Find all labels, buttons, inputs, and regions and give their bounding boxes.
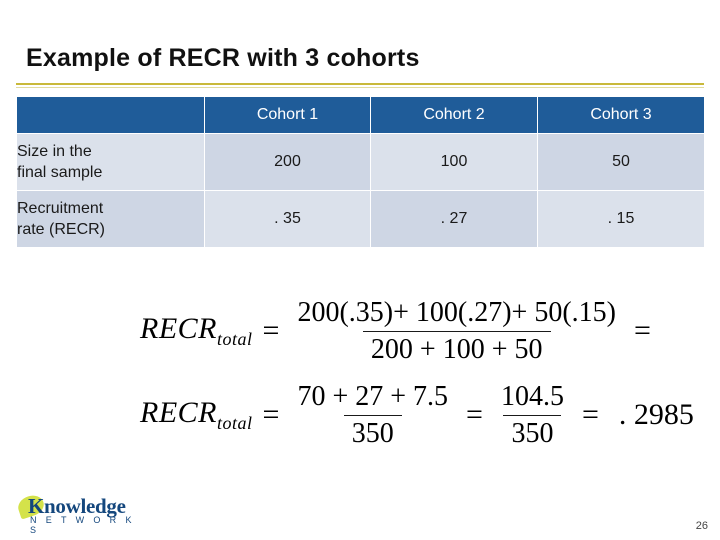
logo-subtitle: N E T W O R K S: [30, 515, 135, 535]
equals-sign-3: =: [581, 398, 599, 431]
title-divider: [16, 83, 704, 85]
fraction-denominator: 350: [343, 414, 402, 450]
fraction-step-1: 70 + 27 + 7.5 350: [289, 381, 456, 450]
fraction-numerator: 104.5: [500, 380, 564, 412]
table-row: Size in the final sample 200 100 50: [16, 133, 705, 191]
cell-recr-cohort-3: . 15: [537, 190, 705, 248]
column-header-cohort-2: Cohort 2: [370, 96, 538, 134]
formula-lhs: RECRtotal: [140, 312, 253, 349]
equals-sign: =: [262, 398, 280, 431]
formula-lhs: RECRtotal: [140, 396, 253, 433]
table-header-row: Cohort 1 Cohort 2 Cohort 3: [16, 96, 705, 134]
fraction-denominator: 200 + 100 + 50: [362, 330, 551, 366]
row-label-line-2: rate (RECR): [17, 221, 106, 238]
formula-line-1: RECRtotal = 200(.35)+ 100(.27)+ 50(.15) …: [140, 292, 651, 370]
company-logo: Knowledge N E T W O R K S: [15, 492, 148, 535]
formula-block: RECRtotal = 200(.35)+ 100(.27)+ 50(.15) …: [0, 278, 720, 468]
table-row: Recruitment rate (RECR) . 35 . 27 . 15: [16, 190, 705, 248]
recr-table-container: Cohort 1 Cohort 2 Cohort 3 Size in the f…: [16, 96, 705, 248]
row-label-line-1: Size in the: [17, 143, 92, 160]
column-header-cohort-1: Cohort 1: [204, 96, 371, 134]
cell-size-cohort-2: 100: [370, 133, 538, 191]
row-label-line-2: final sample: [17, 164, 103, 181]
trailing-equals: =: [633, 314, 651, 347]
fraction-step-2: 104.5 350: [493, 381, 572, 450]
recr-table: Cohort 1 Cohort 2 Cohort 3 Size in the f…: [16, 96, 705, 248]
title-divider-secondary: [16, 87, 704, 88]
page-number: 26: [695, 520, 708, 532]
fraction-numerator: 200(.35)+ 100(.27)+ 50(.15): [297, 296, 616, 328]
row-label-sample-size: Size in the final sample: [16, 133, 205, 191]
fraction-numerator: 70 + 27 + 7.5: [297, 380, 449, 412]
row-label-recruitment-rate: Recruitment rate (RECR): [16, 190, 205, 248]
formula-line-2: RECRtotal = 70 + 27 + 7.5 350 = 104.5 35…: [140, 378, 694, 452]
table-corner-cell: [16, 96, 205, 134]
formula-result: . 2985: [618, 398, 694, 431]
cell-size-cohort-1: 200: [204, 133, 371, 191]
cell-recr-cohort-1: . 35: [204, 190, 371, 248]
fraction-denominator: 350: [503, 414, 562, 450]
column-header-cohort-3: Cohort 3: [537, 96, 705, 134]
cell-size-cohort-3: 50: [537, 133, 705, 191]
cell-recr-cohort-2: . 27: [370, 190, 538, 248]
equals-sign-2: =: [466, 398, 483, 431]
page-title: Example of RECR with 3 cohorts: [26, 44, 420, 72]
equals-sign: =: [262, 314, 280, 347]
row-label-line-1: Recruitment: [17, 200, 104, 217]
fraction-total: 200(.35)+ 100(.27)+ 50(.15) 200 + 100 + …: [289, 297, 624, 366]
